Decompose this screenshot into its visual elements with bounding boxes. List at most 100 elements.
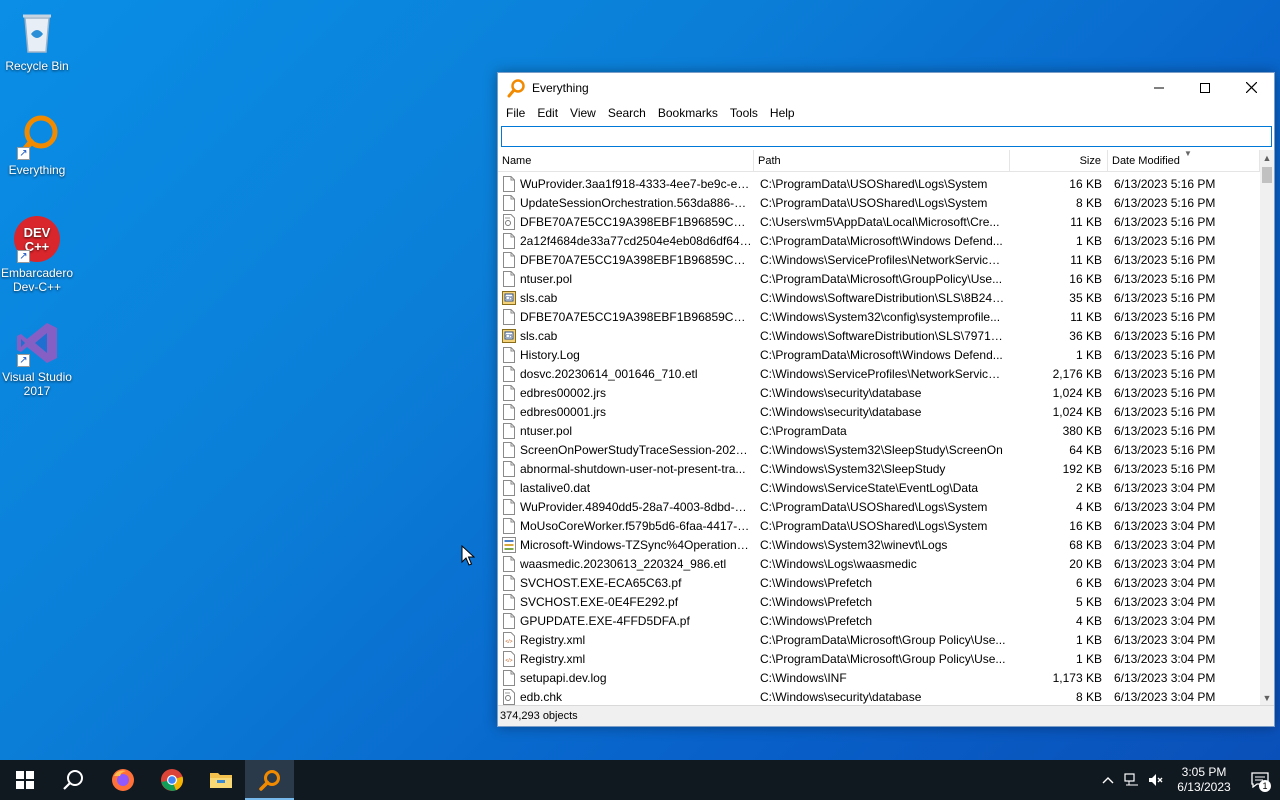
table-row[interactable]: MoUsoCoreWorker.f579b5d6-6faa-4417-8... C… (498, 516, 1260, 535)
menu-help[interactable]: Help (764, 102, 801, 124)
cell-date-modified: 6/13/2023 5:16 PM (1114, 423, 1216, 438)
xml-file-icon: </> (502, 650, 520, 667)
table-row[interactable]: edbres00002.jrs C:\Windows\security\datab… (498, 383, 1260, 402)
vertical-scrollbar[interactable]: ▲ ▼ (1260, 150, 1274, 706)
table-row[interactable]: CB sls.cab C:\Windows\SoftwareDistribution… (498, 326, 1260, 345)
menu-search[interactable]: Search (602, 102, 652, 124)
table-row[interactable]: 2a12f4684de33a77cd2504e4eb08d6df649b... C… (498, 231, 1260, 250)
show-hidden-icons-chevron-up-icon[interactable] (1096, 760, 1120, 800)
menu-edit[interactable]: Edit (531, 102, 564, 124)
table-row[interactable]: </> Registry.xml C:\ProgramData\Microsoft\… (498, 649, 1260, 668)
cell-name: edbres00001.jrs (498, 403, 754, 420)
cell-size: 6 KB (1075, 575, 1102, 590)
file-icon (502, 517, 520, 534)
file-icon (502, 384, 520, 401)
cell-name: ScreenOnPowerStudyTraceSession-2023-0... (498, 441, 754, 458)
clock-time: 3:05 PM (1181, 765, 1227, 779)
cell-name: abnormal-shutdown-user-not-present-tra..… (498, 460, 754, 477)
cell-path: C:\Windows\Logs\waasmedic (760, 556, 917, 571)
cell-name: lastalive0.dat (498, 479, 754, 496)
column-header-size[interactable]: Size (1010, 150, 1108, 172)
desktop-icon-visual-studio[interactable]: ↗ Visual Studio 2017 (0, 319, 74, 398)
scroll-up-icon[interactable]: ▲ (1260, 150, 1274, 166)
menu-view[interactable]: View (564, 102, 602, 124)
table-row[interactable]: edbres00001.jrs C:\Windows\security\datab… (498, 402, 1260, 421)
cell-path: C:\Windows\security\database (760, 385, 922, 400)
menu-bar: File Edit View Search Bookmarks Tools He… (498, 102, 1274, 124)
file-name: WuProvider.3aa1f918-4333-4ee7-be9c-e5a..… (520, 176, 752, 191)
desktop-icon-recycle-bin[interactable]: Recycle Bin (0, 8, 74, 73)
file-icon (502, 498, 520, 515)
table-row[interactable]: GPUPDATE.EXE-4FFD5DFA.pf C:\Windows\Prefe… (498, 611, 1260, 630)
table-row[interactable]: lastalive0.dat C:\Windows\ServiceState\Ev… (498, 478, 1260, 497)
cell-date-modified: 6/13/2023 3:04 PM (1114, 537, 1216, 552)
table-row[interactable]: waasmedic.20230613_220324_986.etl C:\Wind… (498, 554, 1260, 573)
table-row[interactable]: ScreenOnPowerStudyTraceSession-2023-0...… (498, 440, 1260, 459)
cab-file-icon: CB (502, 290, 520, 306)
cell-date-modified: 6/13/2023 3:04 PM (1114, 480, 1216, 495)
taskbar-clock[interactable]: 3:05 PM 6/13/2023 (1168, 765, 1240, 795)
table-row[interactable]: edb.chk C:\Windows\security\database 8 KB 6… (498, 687, 1260, 706)
table-row[interactable]: ntuser.pol C:\ProgramData 380 KB 6/13/2023 … (498, 421, 1260, 440)
menu-file[interactable]: File (500, 102, 531, 124)
desktop-icon-devcpp[interactable]: DEV C++ ↗ Embarcadero Dev-C++ (0, 215, 74, 294)
table-row[interactable]: CB sls.cab C:\Windows\SoftwareDistribution… (498, 288, 1260, 307)
table-row[interactable]: SVCHOST.EXE-0E4FE292.pf C:\Windows\Prefet… (498, 592, 1260, 611)
file-icon (502, 251, 520, 268)
cell-size: 64 KB (1069, 442, 1102, 457)
file-name: ScreenOnPowerStudyTraceSession-2023-0... (520, 442, 752, 457)
cell-size: 16 KB (1069, 176, 1102, 191)
table-row[interactable]: DFBE70A7E5CC19A398EBF1B96859CE5D C:\Windo… (498, 307, 1260, 326)
table-row[interactable]: Microsoft-Windows-TZSync%4Operationa... C… (498, 535, 1260, 554)
cell-path: C:\Windows\security\database (760, 689, 922, 704)
file-icon (502, 479, 520, 496)
file-name: setupapi.dev.log (520, 670, 607, 685)
cell-size: 35 KB (1069, 290, 1102, 305)
results-rows: WuProvider.3aa1f918-4333-4ee7-be9c-e5a..… (498, 174, 1260, 706)
table-row[interactable]: WuProvider.3aa1f918-4333-4ee7-be9c-e5a..… (498, 174, 1260, 193)
table-row[interactable]: DFBE70A7E5CC19A398EBF1B96859CE5D C:\Users… (498, 212, 1260, 231)
table-row[interactable]: dosvc.20230614_001646_710.etl C:\Windows\… (498, 364, 1260, 383)
table-row[interactable]: WuProvider.48940dd5-28a7-4003-8dbd-88...… (498, 497, 1260, 516)
file-name: ntuser.pol (520, 423, 573, 438)
taskbar-everything[interactable] (245, 760, 294, 800)
taskbar-chrome[interactable] (147, 760, 196, 800)
menu-tools[interactable]: Tools (724, 102, 764, 124)
minimize-button[interactable] (1136, 73, 1182, 102)
table-row[interactable]: History.Log C:\ProgramData\Microsoft\Wind… (498, 345, 1260, 364)
table-row[interactable]: SVCHOST.EXE-ECA65C63.pf C:\Windows\Prefet… (498, 573, 1260, 592)
menu-bookmarks[interactable]: Bookmarks (652, 102, 724, 124)
taskbar-firefox[interactable] (98, 760, 147, 800)
maximize-button[interactable] (1182, 73, 1228, 102)
search-input[interactable] (501, 126, 1272, 147)
table-row[interactable]: DFBE70A7E5CC19A398EBF1B96859CE5D C:\Windo… (498, 250, 1260, 269)
cell-name: DFBE70A7E5CC19A398EBF1B96859CE5D (498, 213, 754, 230)
table-row[interactable]: setupapi.dev.log C:\Windows\INF 1,173 KB 6/… (498, 668, 1260, 687)
table-row[interactable]: UpdateSessionOrchestration.563da886-21..… (498, 193, 1260, 212)
column-header-path[interactable]: Path (754, 150, 1010, 172)
table-row[interactable]: ntuser.pol C:\ProgramData\Microsoft\Group… (498, 269, 1260, 288)
desktop-icon-everything[interactable]: ↗ Everything (0, 112, 74, 177)
file-icon (502, 460, 520, 477)
file-name: waasmedic.20230613_220324_986.etl (520, 556, 727, 571)
cell-size: 1 KB (1075, 632, 1102, 647)
column-header-name[interactable]: Name (498, 150, 754, 172)
cell-name: Microsoft-Windows-TZSync%4Operationa... (498, 536, 754, 553)
everything-magnifier-icon (258, 770, 280, 791)
taskbar-search-button[interactable] (49, 760, 98, 800)
close-button[interactable] (1228, 73, 1274, 102)
title-bar[interactable]: Everything (498, 73, 1274, 102)
action-center-button[interactable]: 1 (1240, 760, 1280, 800)
scrollbar-thumb[interactable] (1262, 167, 1272, 183)
scroll-down-icon[interactable]: ▼ (1260, 690, 1274, 706)
everything-app-icon (507, 78, 525, 97)
table-row[interactable]: </> Registry.xml C:\ProgramData\Microsoft\… (498, 630, 1260, 649)
network-icon[interactable] (1120, 760, 1144, 800)
desktop-icon-label-line2: 2017 (23, 384, 51, 398)
table-row[interactable]: abnormal-shutdown-user-not-present-tra..… (498, 459, 1260, 478)
cell-date-modified: 6/13/2023 5:16 PM (1114, 442, 1216, 457)
start-button[interactable] (0, 760, 49, 800)
taskbar-file-explorer[interactable] (196, 760, 245, 800)
volume-muted-icon[interactable] (1144, 760, 1168, 800)
column-header-date-modified[interactable]: Date Modified ▼ (1108, 150, 1260, 172)
